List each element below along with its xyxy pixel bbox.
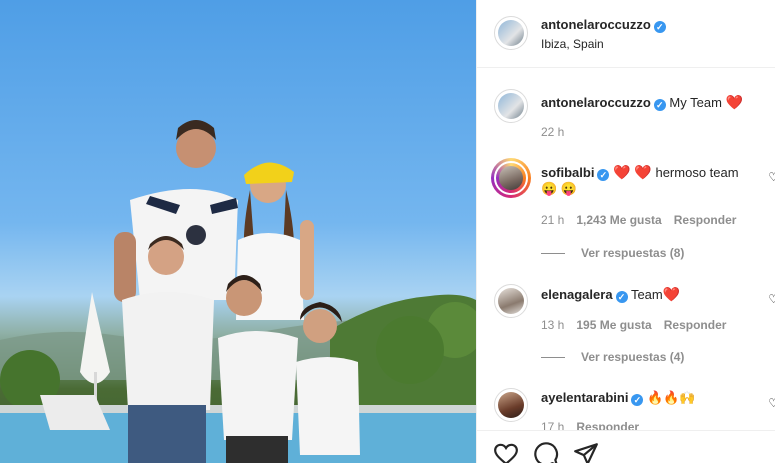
red-heart-emoji: ❤️ [662,286,681,302]
header-username-text[interactable]: antonelaroccuzzo [541,17,651,32]
comment-avatar[interactable] [494,284,528,318]
view-replies-label[interactable]: Ver respuestas (8) [581,246,684,260]
comment-avatar[interactable] [494,161,528,195]
verified-badge-icon: ✓ [631,394,644,406]
view-replies-button[interactable]: Ver respuestas (8) [541,246,684,260]
comment-like-heart-icon[interactable]: ♡ [768,170,775,184]
caption-text: My Team [669,95,722,110]
red-heart-emoji: ❤️ [725,94,743,110]
send-icon[interactable] [573,441,599,463]
comment-time: 21 h [541,213,565,227]
verified-badge-icon: ✓ [653,21,666,33]
view-replies-button[interactable]: Ver respuestas (4) [541,350,684,364]
caption-time: 22 h [541,125,565,139]
comment-avatar-ring[interactable] [491,158,531,198]
comment-elenagalera: elenagalera ✓ Team❤️ [541,286,680,303]
comment-username[interactable]: ayelentarabini [541,390,628,405]
post-photo[interactable] [0,0,476,463]
comment-sofibalbi: sofibalbi ✓ ❤️ ❤️ hermoso team [541,164,739,181]
comment-meta: 13 h 195 Me gusta Responder [541,318,726,332]
comment-icon[interactable] [533,441,559,463]
comment-username[interactable]: sofibalbi [541,165,594,180]
comment-meta: 21 h 1,243 Me gusta Responder [541,213,736,227]
comment-text: Team [630,287,663,302]
replies-divider [541,253,565,255]
comment-time: 13 h [541,318,565,332]
comment-avatar[interactable] [494,388,528,422]
caption-username[interactable]: antonelaroccuzzo [541,95,651,110]
comment-likes[interactable]: 195 Me gusta [576,318,651,332]
comment-text: hermoso team [655,165,739,180]
family-photo-illustration [0,120,476,463]
reply-button[interactable]: Responder [674,213,737,227]
reply-button[interactable]: Responder [664,318,727,332]
post-header: antonelaroccuzzo ✓ Ibiza, Spain [477,0,775,68]
heart-icon[interactable] [493,441,519,463]
comment-emoji-line: 😛 😛 [541,181,577,196]
comment-like-heart-icon[interactable]: ♡ [768,396,775,410]
comment-likes[interactable]: 1,243 Me gusta [576,213,661,227]
post-side-panel: antonelaroccuzzo ✓ Ibiza, Spain antonelar… [476,0,775,463]
comment-username[interactable]: elenagalera [541,287,613,302]
view-replies-label[interactable]: Ver respuestas (4) [581,350,684,364]
replies-divider [541,357,565,359]
author-avatar[interactable] [494,16,528,50]
verified-badge-icon: ✓ [597,169,610,181]
post-location[interactable]: Ibiza, Spain [541,37,604,51]
comment-like-heart-icon[interactable]: ♡ [768,292,775,306]
post-action-bar [477,430,775,463]
comment-ayelentarabini: ayelentarabini ✓ 🔥🔥🙌 [541,390,696,406]
hearts-emoji: ❤️ ❤️ [613,164,652,180]
verified-badge-icon: ✓ [615,291,628,303]
caption-avatar[interactable] [494,89,528,123]
header-username[interactable]: antonelaroccuzzo ✓ [541,17,666,33]
verified-badge-icon: ✓ [653,99,666,111]
caption: antonelaroccuzzo ✓ My Team ❤️ [541,94,743,111]
comment-text: 🔥🔥🙌 [647,390,696,405]
